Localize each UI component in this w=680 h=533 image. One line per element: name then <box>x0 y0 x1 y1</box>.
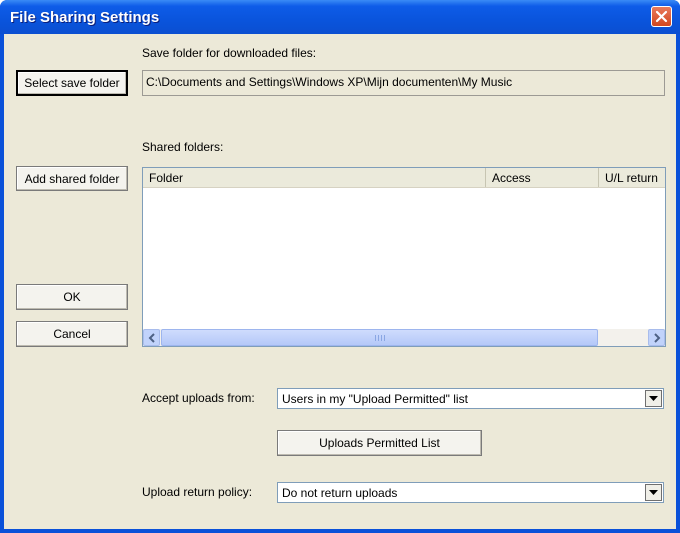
chevron-down-icon <box>649 396 658 401</box>
accept-uploads-select[interactable]: Users in my "Upload Permitted" list <box>277 388 664 409</box>
horizontal-scrollbar[interactable] <box>143 329 665 346</box>
cancel-button[interactable]: Cancel <box>16 321 128 347</box>
title-bar[interactable]: File Sharing Settings <box>0 0 680 34</box>
window-title: File Sharing Settings <box>10 9 160 26</box>
list-header: Folder Access U/L return <box>143 168 665 188</box>
column-ul-return[interactable]: U/L return <box>599 168 665 187</box>
accept-uploads-dropdown-button[interactable] <box>645 390 662 407</box>
upload-return-policy-label: Upload return policy: <box>142 485 253 499</box>
save-folder-label: Save folder for downloaded files: <box>142 46 317 60</box>
upload-return-policy-value: Do not return uploads <box>282 486 398 500</box>
scroll-right-button[interactable] <box>648 329 665 346</box>
dialog-window: File Sharing Settings Save folder for do… <box>0 0 680 533</box>
close-button[interactable] <box>651 6 672 27</box>
uploads-permitted-list-button[interactable]: Uploads Permitted List <box>277 430 482 456</box>
add-shared-folder-button[interactable]: Add shared folder <box>16 166 128 191</box>
dialog-body: Save folder for downloaded files: Select… <box>4 34 676 529</box>
scroll-thumb[interactable] <box>161 329 598 346</box>
column-folder[interactable]: Folder <box>143 168 486 187</box>
accept-uploads-value: Users in my "Upload Permitted" list <box>282 392 468 406</box>
upload-return-policy-select[interactable]: Do not return uploads <box>277 482 664 503</box>
save-folder-path: C:\Documents and Settings\Windows XP\Mij… <box>142 70 665 96</box>
chevron-down-icon <box>649 490 658 495</box>
ok-button[interactable]: OK <box>16 284 128 310</box>
upload-return-policy-dropdown-button[interactable] <box>645 484 662 501</box>
shared-folders-list[interactable]: Folder Access U/L return <box>142 167 666 347</box>
chevron-left-icon <box>148 333 155 343</box>
chevron-right-icon <box>654 333 661 343</box>
grip-icon <box>375 335 385 341</box>
select-save-folder-button[interactable]: Select save folder <box>16 70 128 96</box>
scroll-left-button[interactable] <box>143 329 160 346</box>
close-icon <box>655 10 668 23</box>
accept-uploads-label: Accept uploads from: <box>142 391 255 405</box>
shared-folders-label: Shared folders: <box>142 140 224 154</box>
column-access[interactable]: Access <box>486 168 599 187</box>
